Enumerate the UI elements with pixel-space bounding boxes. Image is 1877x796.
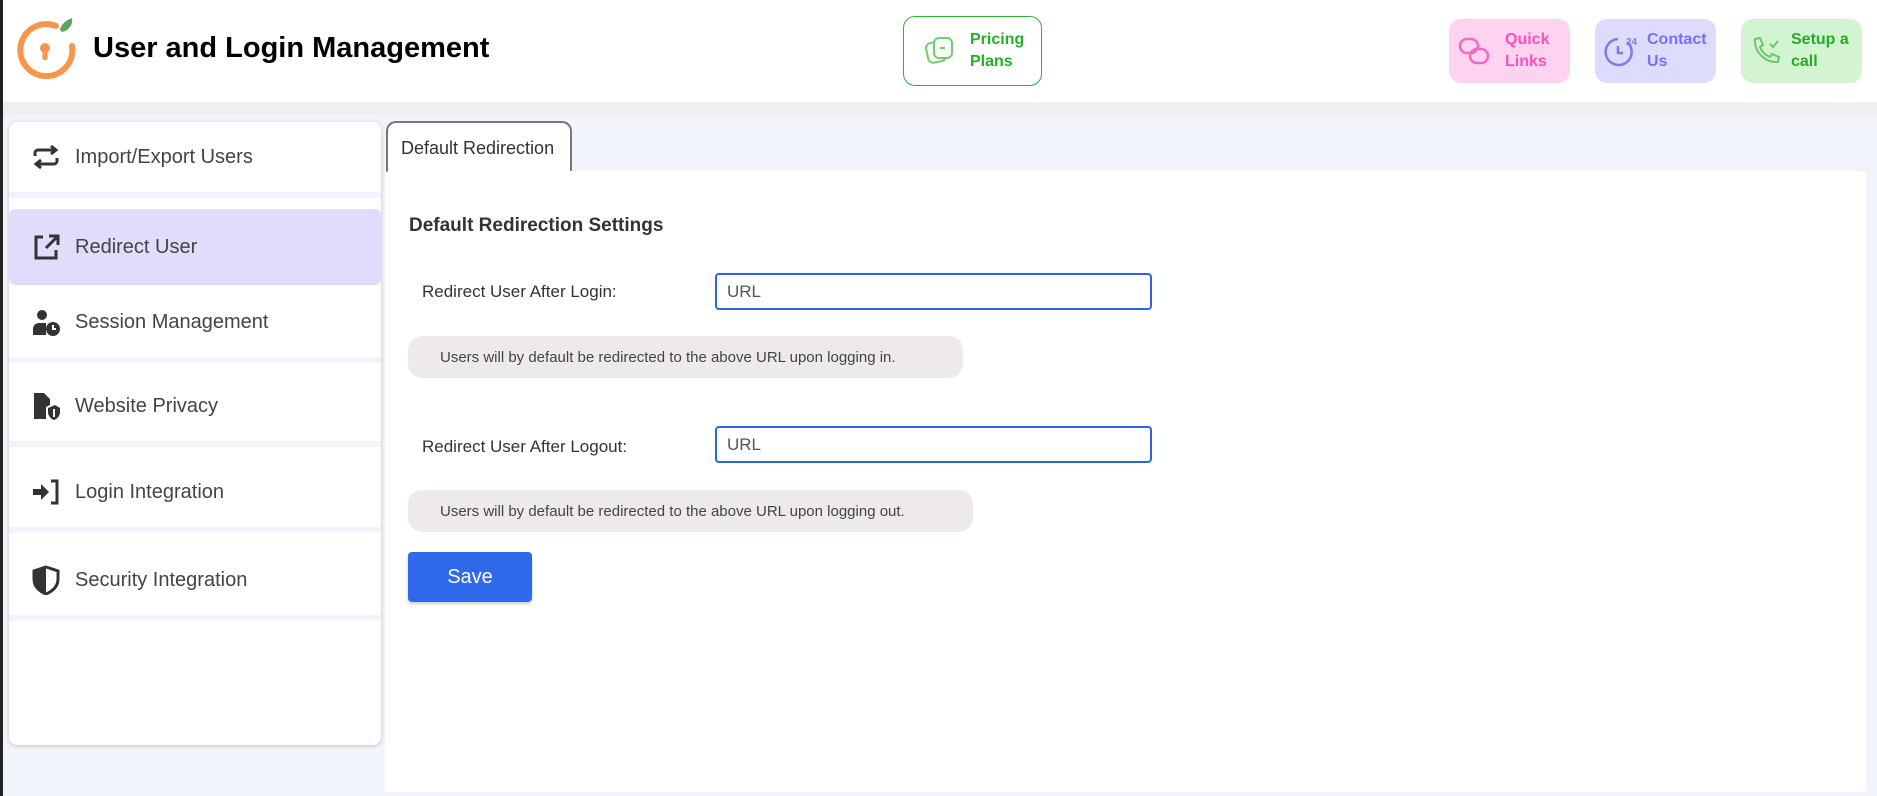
user-clock-icon <box>33 310 60 336</box>
sidebar-item-label: Website Privacy <box>75 394 219 417</box>
pricing-label: Pricing Plans <box>970 31 1025 70</box>
sidebar-item-label: Redirect User <box>75 235 198 258</box>
external-link-icon <box>34 234 60 260</box>
tab-default-redirection[interactable]: Default Redirection <box>386 121 572 173</box>
phone-icon <box>1753 36 1781 64</box>
setup-call-label: Setup a call <box>1791 31 1849 70</box>
sidebar-item-label: Login Integration <box>75 480 225 503</box>
pricing-plans-button[interactable]: Pricing Plans <box>903 16 1042 86</box>
quick-links-label: Quick Links <box>1505 31 1550 70</box>
logo-icon <box>17 18 76 80</box>
import-export-icon <box>33 144 59 170</box>
file-shield-icon <box>34 393 60 420</box>
quick-links-button[interactable]: Quick Links <box>1449 19 1570 83</box>
pricing-icon <box>925 37 953 64</box>
contact-us-button[interactable]: 24 Contact Us <box>1595 19 1716 83</box>
sidebar-item-security-integration[interactable]: Security Integration <box>9 545 381 621</box>
login-redirect-label: Redirect User After Login: <box>422 282 617 301</box>
save-button[interactable]: Save <box>408 552 532 602</box>
content-panel: Default Redirection Settings Redirect Us… <box>385 171 1866 792</box>
contact-us-label: Contact Us <box>1647 31 1707 70</box>
logout-redirect-note: Users will by default be redirected to t… <box>408 490 973 532</box>
login-redirect-note: Users will by default be redirected to t… <box>408 336 963 378</box>
sidebar-item-label: Import/Export Users <box>75 145 253 168</box>
header-divider <box>3 102 1877 115</box>
sidebar-item-label: Session Management <box>75 310 269 333</box>
clock-24-icon: 24 <box>1604 37 1638 67</box>
sidebar-item-import-export[interactable]: Import/Export Users <box>9 122 381 198</box>
sidebar: Import/Export Users Redirect User Sessio… <box>9 122 381 745</box>
shield-icon <box>32 565 60 595</box>
sidebar-item-website-privacy[interactable]: Website Privacy <box>9 371 381 447</box>
header: User and Login Management Pricing Plans … <box>3 0 1877 102</box>
setup-call-button[interactable]: Setup a call <box>1741 19 1862 83</box>
link-icon <box>1458 37 1490 65</box>
login-redirect-url-input[interactable] <box>715 273 1152 310</box>
logout-redirect-label: Redirect User After Logout: <box>422 437 628 456</box>
section-heading: Default Redirection Settings <box>409 215 664 236</box>
logout-redirect-url-input[interactable] <box>715 426 1152 463</box>
sign-in-icon <box>33 479 59 505</box>
sidebar-item-redirect-user[interactable]: Redirect User <box>9 209 381 285</box>
sidebar-item-session-management[interactable]: Session Management <box>9 287 381 363</box>
app-title: User and Login Management <box>93 32 490 64</box>
clock-badge: 24 <box>1626 37 1638 48</box>
sidebar-item-label: Security Integration <box>75 568 248 591</box>
sidebar-item-login-integration[interactable]: Login Integration <box>9 457 381 533</box>
